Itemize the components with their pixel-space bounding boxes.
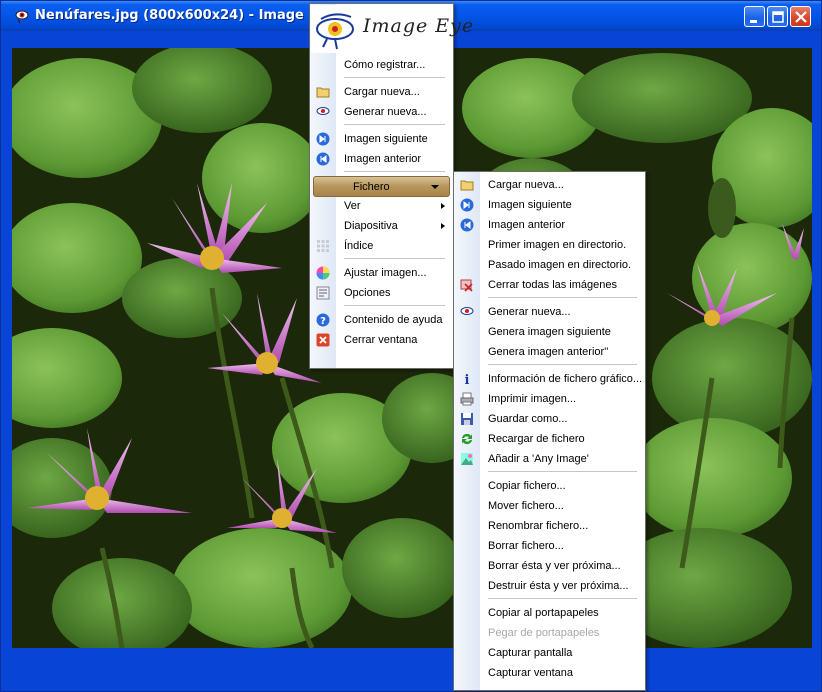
submenu-item-imagen-anterior[interactable]: Imagen anterior [454, 215, 645, 235]
submenu-arrow-icon [441, 223, 445, 229]
menu-separator [488, 364, 637, 365]
submenu-arrow-icon [441, 203, 445, 209]
menu-item-ver[interactable]: Ver [310, 196, 453, 216]
menu-item-imagen-anterior[interactable]: Imagen anterior [310, 149, 453, 169]
minimize-icon [750, 20, 757, 23]
menu-separator [344, 171, 445, 172]
submenu-item-genera-anterior[interactable]: Genera imagen anterior'' [454, 342, 645, 362]
previous-icon [460, 218, 474, 232]
submenu-item-renombrar-fichero[interactable]: Renombrar fichero... [454, 516, 645, 536]
close-icon [795, 11, 807, 23]
app-window: Nenúfares.jpg (800x600x24) - Image Eye v… [0, 0, 822, 692]
svg-text:i: i [465, 373, 470, 386]
minimize-button[interactable] [744, 6, 765, 27]
menu-separator [344, 258, 445, 259]
submenu-item-cargar-nueva[interactable]: Cargar nueva... [454, 175, 645, 195]
folder-icon [460, 180, 474, 191]
maximize-icon [772, 11, 784, 23]
svg-text:?: ? [320, 316, 326, 327]
add-image-icon [461, 453, 473, 465]
reload-icon [462, 433, 472, 445]
color-wheel-icon [316, 266, 330, 280]
maximize-button[interactable] [767, 6, 788, 27]
next-icon [316, 132, 330, 146]
folder-icon [316, 87, 330, 98]
save-icon [461, 413, 473, 425]
app-eye-icon[interactable] [15, 7, 29, 25]
menu-separator [488, 598, 637, 599]
submenu-item-copiar-fichero[interactable]: Copiar fichero... [454, 476, 645, 496]
grid-icon [317, 240, 329, 252]
close-all-icon [460, 279, 473, 292]
submenu-item-anadir-any-image[interactable]: Añadir a 'Any Image' [454, 449, 645, 469]
submenu-item-generar-nueva[interactable]: Generar nueva... [454, 302, 645, 322]
menu-item-indice[interactable]: Índice [310, 236, 453, 256]
submenu-item-genera-siguiente[interactable]: Genera imagen siguiente [454, 322, 645, 342]
submenu-item-pasado-imagen[interactable]: Pasado imagen en directorio. [454, 255, 645, 275]
menu-item-ajustar-imagen[interactable]: Ajustar imagen... [310, 263, 453, 283]
menu-item-como-registrar[interactable]: Cómo registrar... [310, 55, 453, 75]
menu-item-cerrar-ventana[interactable]: Cerrar ventana [310, 330, 453, 350]
menu-item-fichero[interactable]: Fichero [313, 176, 450, 197]
submenu-item-destruir-ver-proxima[interactable]: Destruir ésta y ver próxima... [454, 576, 645, 596]
menu-item-diapositiva[interactable]: Diapositiva [310, 216, 453, 236]
menu-item-opciones[interactable]: Opciones [310, 283, 453, 303]
submenu-item-imprimir[interactable]: Imprimir imagen... [454, 389, 645, 409]
options-icon [316, 286, 330, 300]
close-window-button[interactable] [790, 6, 811, 27]
submenu-item-borrar-fichero[interactable]: Borrar fichero... [454, 536, 645, 556]
chevron-down-icon [431, 185, 439, 189]
submenu-item-capturar-pantalla[interactable]: Capturar pantalla [454, 643, 645, 663]
submenu-item-copiar-portapapeles[interactable]: Copiar al portapapeles [454, 603, 645, 623]
submenu-item-capturar-ventana[interactable]: Capturar ventana [454, 663, 645, 683]
logo-text: Image Eye [363, 15, 475, 37]
image-eye-logo: Image Eye [311, 5, 473, 53]
fichero-submenu: Cargar nueva... Imagen siguiente Imagen … [453, 171, 646, 691]
menu-separator [344, 77, 445, 78]
submenu-item-pegar-portapapeles: Pegar de portapapeles [488, 627, 600, 639]
menu-item-contenido-ayuda[interactable]: ? Contenido de ayuda [310, 310, 453, 330]
menu-separator [344, 124, 445, 125]
submenu-item-informacion[interactable]: i Información de fichero gráfico... [454, 369, 645, 389]
menu-separator [344, 305, 445, 306]
previous-icon [316, 152, 330, 166]
next-icon [460, 198, 474, 212]
menu-separator [488, 471, 637, 472]
submenu-item-recargar[interactable]: Recargar de fichero [454, 429, 645, 449]
close-icon [316, 333, 330, 347]
eye-icon [316, 107, 330, 115]
submenu-item-primer-imagen[interactable]: Primer imagen en directorio. [454, 235, 645, 255]
submenu-item-mover-fichero[interactable]: Mover fichero... [454, 496, 645, 516]
menu-separator [488, 297, 637, 298]
eye-icon [460, 307, 474, 315]
submenu-item-guardar-como[interactable]: Guardar como... [454, 409, 645, 429]
submenu-item-borrar-ver-proxima[interactable]: Borrar ésta y ver próxima... [454, 556, 645, 576]
menu-item-generar-nueva[interactable]: Generar nueva... [310, 102, 453, 122]
main-context-menu: Image Eye Cómo registrar... Cargar nueva… [309, 3, 473, 369]
info-icon: i [465, 373, 470, 386]
menu-item-imagen-siguiente[interactable]: Imagen siguiente [310, 129, 453, 149]
menu-item-cargar-nueva[interactable]: Cargar nueva... [310, 82, 453, 102]
help-icon: ? [316, 313, 330, 327]
submenu-item-imagen-siguiente[interactable]: Imagen siguiente [454, 195, 645, 215]
submenu-item-cerrar-todas[interactable]: Cerrar todas las imágenes [454, 275, 645, 295]
printer-icon [460, 392, 474, 406]
